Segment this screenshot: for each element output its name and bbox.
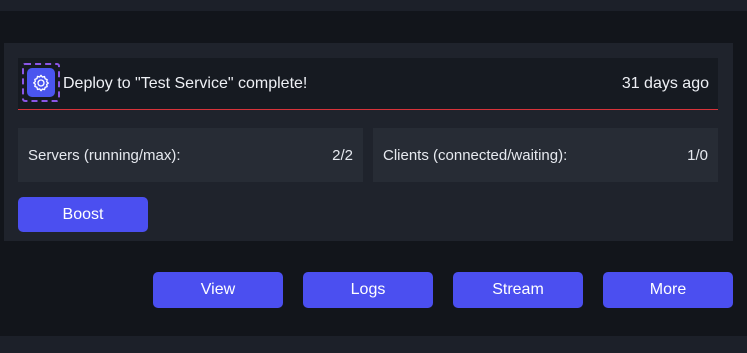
boost-button[interactable]: Boost — [18, 197, 148, 232]
page: Deploy to "Test Service" complete! 31 da… — [0, 0, 747, 353]
deploy-notification: Deploy to "Test Service" complete! 31 da… — [18, 58, 718, 110]
deploy-timestamp: 31 days ago — [621, 75, 709, 92]
view-button[interactable]: View — [153, 272, 283, 308]
deploy-message: Deploy to "Test Service" complete! — [63, 75, 308, 92]
gear-icon — [27, 68, 55, 97]
clients-value: 1/0 — [687, 147, 708, 164]
stream-button[interactable]: Stream — [453, 272, 583, 308]
servers-value: 2/2 — [332, 147, 353, 164]
clients-stat: Clients (connected/waiting): 1/0 — [373, 128, 718, 182]
top-panel-edge — [0, 0, 747, 11]
servers-label: Servers (running/max): — [28, 147, 181, 164]
servers-stat: Servers (running/max): 2/2 — [18, 128, 363, 182]
bottom-panel-edge — [0, 336, 747, 353]
logs-button[interactable]: Logs — [303, 272, 433, 308]
service-card: Deploy to "Test Service" complete! 31 da… — [4, 43, 733, 241]
more-button[interactable]: More — [603, 272, 733, 308]
clients-label: Clients (connected/waiting): — [383, 147, 568, 164]
deploy-icon-button[interactable] — [22, 63, 60, 102]
